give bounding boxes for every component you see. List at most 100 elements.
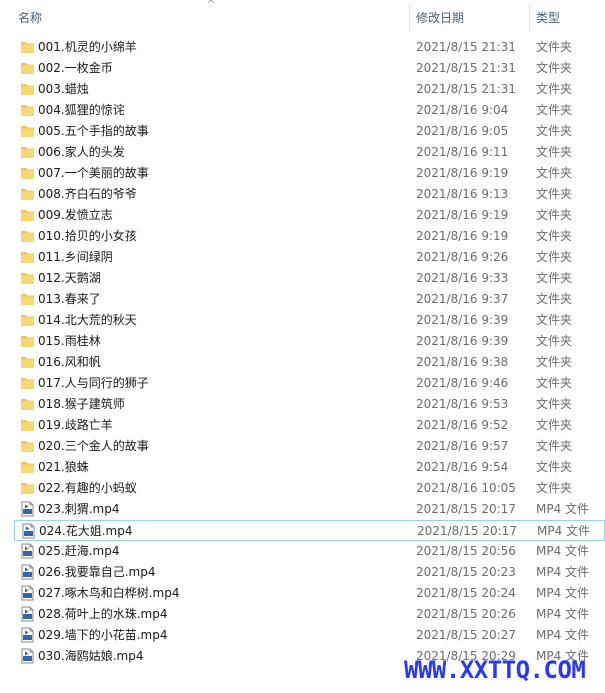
folder-row[interactable]: 004.狐狸的惊诧 2021/8/16 9:04 文件夹 — [14, 100, 605, 121]
item-name[interactable]: 002.一枚金币 — [38, 58, 408, 79]
item-name[interactable]: 020.三个金人的故事 — [38, 436, 408, 457]
folder-row[interactable]: 018.猴子建筑师 2021/8/16 9:53 文件夹 — [14, 394, 605, 415]
item-date-modified: 2021/8/15 21:31 — [416, 82, 516, 96]
file-row[interactable]: 026.我要靠自己.mp4 2021/8/15 20:23 MP4 文件 — [14, 562, 605, 583]
folder-row[interactable]: 015.雨桂林 2021/8/16 9:39 文件夹 — [14, 331, 605, 352]
item-name[interactable]: 007.一个美丽的故事 — [38, 163, 408, 184]
folder-row[interactable]: 021.狼蛛 2021/8/16 9:54 文件夹 — [14, 457, 605, 478]
folder-row[interactable]: 002.一枚金币 2021/8/15 21:31 文件夹 — [14, 58, 605, 79]
item-name[interactable]: 015.雨桂林 — [38, 331, 408, 352]
folder-row[interactable]: 007.一个美丽的故事 2021/8/16 9:19 文件夹 — [14, 163, 605, 184]
item-name[interactable]: 028.荷叶上的水珠.mp4 — [38, 604, 408, 625]
item-name[interactable]: 023.刺猬.mp4 — [38, 499, 408, 520]
item-name[interactable]: 027.啄木鸟和白桦树.mp4 — [38, 583, 408, 604]
column-header-date-modified[interactable]: 修改日期 — [410, 0, 530, 34]
mp4-file-icon — [20, 606, 35, 622]
item-date-modified: 2021/8/16 9:37 — [416, 292, 509, 306]
item-name[interactable]: 025.赶海.mp4 — [38, 541, 408, 562]
item-date-modified: 2021/8/15 20:56 — [416, 544, 516, 558]
item-name[interactable]: 004.狐狸的惊诧 — [38, 100, 408, 121]
file-row[interactable]: 023.刺猬.mp4 2021/8/15 20:17 MP4 文件 — [14, 499, 605, 520]
item-date-modified: 2021/8/16 9:57 — [416, 439, 509, 453]
item-type: 文件夹 — [536, 145, 573, 159]
item-name[interactable]: 001.机灵的小绵羊 — [38, 37, 408, 58]
item-date-modified: 2021/8/16 9:11 — [416, 145, 509, 159]
item-type: 文件夹 — [536, 166, 573, 180]
item-type: 文件夹 — [536, 271, 573, 285]
folder-row[interactable]: 008.齐白石的爷爷 2021/8/16 9:13 文件夹 — [14, 184, 605, 205]
item-date-modified: 2021/8/16 9:05 — [416, 124, 509, 138]
item-date-modified: 2021/8/16 9:19 — [416, 166, 509, 180]
folder-row[interactable]: 022.有趣的小蚂蚁 2021/8/16 10:05 文件夹 — [14, 478, 605, 499]
item-name[interactable]: 017.人与同行的狮子 — [38, 373, 408, 394]
mp4-file-icon — [20, 648, 35, 664]
item-type: 文件夹 — [536, 439, 573, 453]
item-name[interactable]: 011.乡间绿阴 — [38, 247, 408, 268]
item-name[interactable]: 030.海鸥姑娘.mp4 — [38, 646, 408, 667]
item-name[interactable]: 018.猴子建筑师 — [38, 394, 408, 415]
item-date-modified: 2021/8/16 9:19 — [416, 208, 509, 222]
item-name[interactable]: 014.北大荒的秋天 — [38, 310, 408, 331]
item-name[interactable]: 006.家人的头发 — [38, 142, 408, 163]
file-row[interactable]: 025.赶海.mp4 2021/8/15 20:56 MP4 文件 — [14, 541, 605, 562]
folder-row[interactable]: 014.北大荒的秋天 2021/8/16 9:39 文件夹 — [14, 310, 605, 331]
item-type: 文件夹 — [536, 355, 573, 369]
item-type: MP4 文件 — [536, 628, 590, 642]
mp4-file-icon — [20, 627, 35, 643]
file-row[interactable]: 029.墙下的小花苗.mp4 2021/8/15 20:27 MP4 文件 — [14, 625, 605, 646]
folder-icon — [20, 438, 35, 454]
file-row[interactable]: 027.啄木鸟和白桦树.mp4 2021/8/15 20:24 MP4 文件 — [14, 583, 605, 604]
item-name[interactable]: 024.花大姐.mp4 — [39, 521, 409, 542]
column-header-type[interactable]: 类型 — [530, 0, 605, 34]
folder-row[interactable]: 019.歧路亡羊 2021/8/16 9:52 文件夹 — [14, 415, 605, 436]
folder-row[interactable]: 017.人与同行的狮子 2021/8/16 9:46 文件夹 — [14, 373, 605, 394]
folder-row[interactable]: 011.乡间绿阴 2021/8/16 9:26 文件夹 — [14, 247, 605, 268]
folder-row[interactable]: 001.机灵的小绵羊 2021/8/15 21:31 文件夹 — [14, 37, 605, 58]
folder-row[interactable]: 003.蜡烛 2021/8/15 21:31 文件夹 — [14, 79, 605, 100]
column-header-name[interactable]: 名称 — [12, 0, 410, 34]
item-date-modified: 2021/8/15 20:27 — [416, 628, 516, 642]
folder-icon — [20, 123, 35, 139]
folder-row[interactable]: 013.春来了 2021/8/16 9:37 文件夹 — [14, 289, 605, 310]
folder-row[interactable]: 009.发愤立志 2021/8/16 9:19 文件夹 — [14, 205, 605, 226]
folder-row[interactable]: 006.家人的头发 2021/8/16 9:11 文件夹 — [14, 142, 605, 163]
file-row[interactable]: 024.花大姐.mp4 2021/8/15 20:17 MP4 文件 — [14, 520, 605, 541]
item-name[interactable]: 022.有趣的小蚂蚁 — [38, 478, 408, 499]
item-date-modified: 2021/8/16 9:04 — [416, 103, 509, 117]
item-name[interactable]: 026.我要靠自己.mp4 — [38, 562, 408, 583]
item-date-modified: 2021/8/16 9:33 — [416, 271, 509, 285]
item-name[interactable]: 008.齐白石的爷爷 — [38, 184, 408, 205]
folder-icon — [20, 333, 35, 349]
folder-icon — [20, 102, 35, 118]
folder-icon — [20, 396, 35, 412]
item-name[interactable]: 010.拾贝的小女孩 — [38, 226, 408, 247]
file-row[interactable]: 028.荷叶上的水珠.mp4 2021/8/15 20:26 MP4 文件 — [14, 604, 605, 625]
item-type: MP4 文件 — [536, 502, 590, 516]
folder-row[interactable]: 016.风和帆 2021/8/16 9:38 文件夹 — [14, 352, 605, 373]
folder-icon — [20, 228, 35, 244]
mp4-file-icon — [20, 543, 35, 559]
item-type: 文件夹 — [536, 103, 573, 117]
item-date-modified: 2021/8/16 9:53 — [416, 397, 509, 411]
folder-icon — [20, 270, 35, 286]
item-date-modified: 2021/8/16 9:26 — [416, 250, 509, 264]
folder-row[interactable]: 010.拾贝的小女孩 2021/8/16 9:19 文件夹 — [14, 226, 605, 247]
item-date-modified: 2021/8/16 9:46 — [416, 376, 509, 390]
item-name[interactable]: 016.风和帆 — [38, 352, 408, 373]
item-name[interactable]: 021.狼蛛 — [38, 457, 408, 478]
item-type: 文件夹 — [536, 334, 573, 348]
item-name[interactable]: 005.五个手指的故事 — [38, 121, 408, 142]
folder-row[interactable]: 012.天鹅湖 2021/8/16 9:33 文件夹 — [14, 268, 605, 289]
item-date-modified: 2021/8/15 21:31 — [416, 40, 516, 54]
folder-row[interactable]: 005.五个手指的故事 2021/8/16 9:05 文件夹 — [14, 121, 605, 142]
watermark-logo: WWW.XXTTQ.COM — [404, 656, 586, 684]
folder-row[interactable]: 020.三个金人的故事 2021/8/16 9:57 文件夹 — [14, 436, 605, 457]
item-name[interactable]: 029.墙下的小花苗.mp4 — [38, 625, 408, 646]
item-name[interactable]: 013.春来了 — [38, 289, 408, 310]
item-name[interactable]: 019.歧路亡羊 — [38, 415, 408, 436]
item-type: MP4 文件 — [537, 524, 591, 538]
item-name[interactable]: 003.蜡烛 — [38, 79, 408, 100]
folder-icon — [20, 375, 35, 391]
item-name[interactable]: 012.天鹅湖 — [38, 268, 408, 289]
item-name[interactable]: 009.发愤立志 — [38, 205, 408, 226]
